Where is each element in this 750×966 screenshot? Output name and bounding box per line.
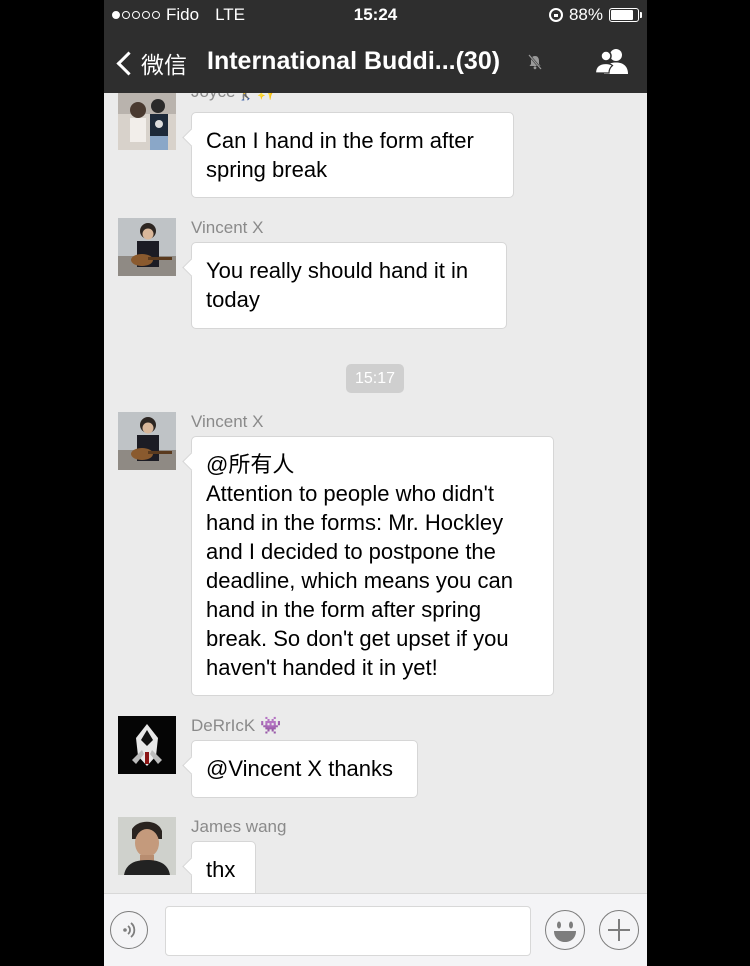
message-line: haven't handed it in yet! [206, 655, 438, 680]
sender-name: DeRrIcK 👾 [191, 716, 282, 735]
message-line: deadline, which means you can [206, 568, 513, 593]
avatar[interactable] [118, 817, 176, 875]
message-text-input[interactable] [165, 906, 531, 956]
chat-title: International Buddi...(30) [207, 47, 501, 75]
message-line: Can I hand in the form after [206, 128, 474, 153]
message-list[interactable]: Joyce🚶‍♀️✨ Can I hand in the form after … [104, 93, 647, 893]
back-button[interactable]: 微信 [116, 46, 187, 80]
avatar-photo-icon [118, 93, 176, 150]
message-line: @所有人 [206, 452, 295, 477]
avatar[interactable] [118, 93, 176, 150]
message-line: hand in the form after spring [206, 597, 482, 622]
time-separator: 15:17 [346, 364, 404, 393]
wechat-screen: Fido LTE 15:24 88% 微信 International Budd… [104, 0, 647, 966]
message-bubble[interactable]: thx [191, 841, 256, 893]
sender-name: James wang [191, 817, 287, 836]
avatar[interactable] [118, 716, 176, 774]
battery-fill [611, 10, 633, 20]
message-bubble[interactable]: @所有人 Attention to people who didn't hand… [191, 436, 554, 696]
plus-icon [608, 919, 630, 941]
message-line: break. So don't get upset if you [206, 626, 509, 651]
avatar-photo-icon [118, 218, 176, 276]
sender-name: Vincent X [191, 412, 264, 431]
voice-icon [123, 922, 136, 938]
more-options-button[interactable] [599, 910, 639, 950]
status-bar-right: 88% [548, 5, 642, 25]
battery-icon [609, 8, 642, 22]
message-bubble[interactable]: Can I hand in the form after spring brea… [191, 112, 514, 198]
message-line: and I decided to postpone the [206, 539, 496, 564]
message-input-bar [104, 893, 647, 966]
sender-name: Joyce🚶‍♀️✨ [191, 93, 278, 102]
status-bar: Fido LTE 15:24 88% [104, 0, 647, 30]
avatar[interactable] [118, 218, 176, 276]
message-bubble[interactable]: You really should hand it in today [191, 242, 507, 329]
voice-input-button[interactable] [110, 911, 148, 949]
message-line: @Vincent X thanks [206, 756, 394, 781]
message-line: hand in the forms: Mr. Hockley [206, 510, 504, 535]
mute-bell-icon [528, 54, 542, 70]
rotation-lock-icon [548, 8, 563, 22]
avatar[interactable] [118, 412, 176, 470]
message-line: thx [206, 857, 236, 882]
message-line: You really should hand it in [206, 258, 469, 283]
battery-percent: 88% [568, 5, 603, 24]
sender-name: Vincent X [191, 218, 264, 237]
message-line: spring break [206, 157, 328, 182]
chevron-left-icon [116, 50, 141, 76]
message-line: Attention to people who didn't [206, 481, 494, 506]
emoji-button[interactable] [545, 910, 585, 950]
avatar-photo-icon [118, 412, 176, 470]
emoji-icon [554, 921, 576, 942]
message-line: today [206, 287, 260, 312]
avatar-photo-icon [118, 817, 176, 875]
chat-header: 微信 International Buddi...(30) [104, 30, 647, 93]
group-members-icon[interactable] [595, 48, 629, 74]
back-label: 微信 [141, 52, 187, 78]
message-bubble[interactable]: @Vincent X thanks [191, 740, 418, 798]
avatar-photo-icon [118, 716, 176, 774]
